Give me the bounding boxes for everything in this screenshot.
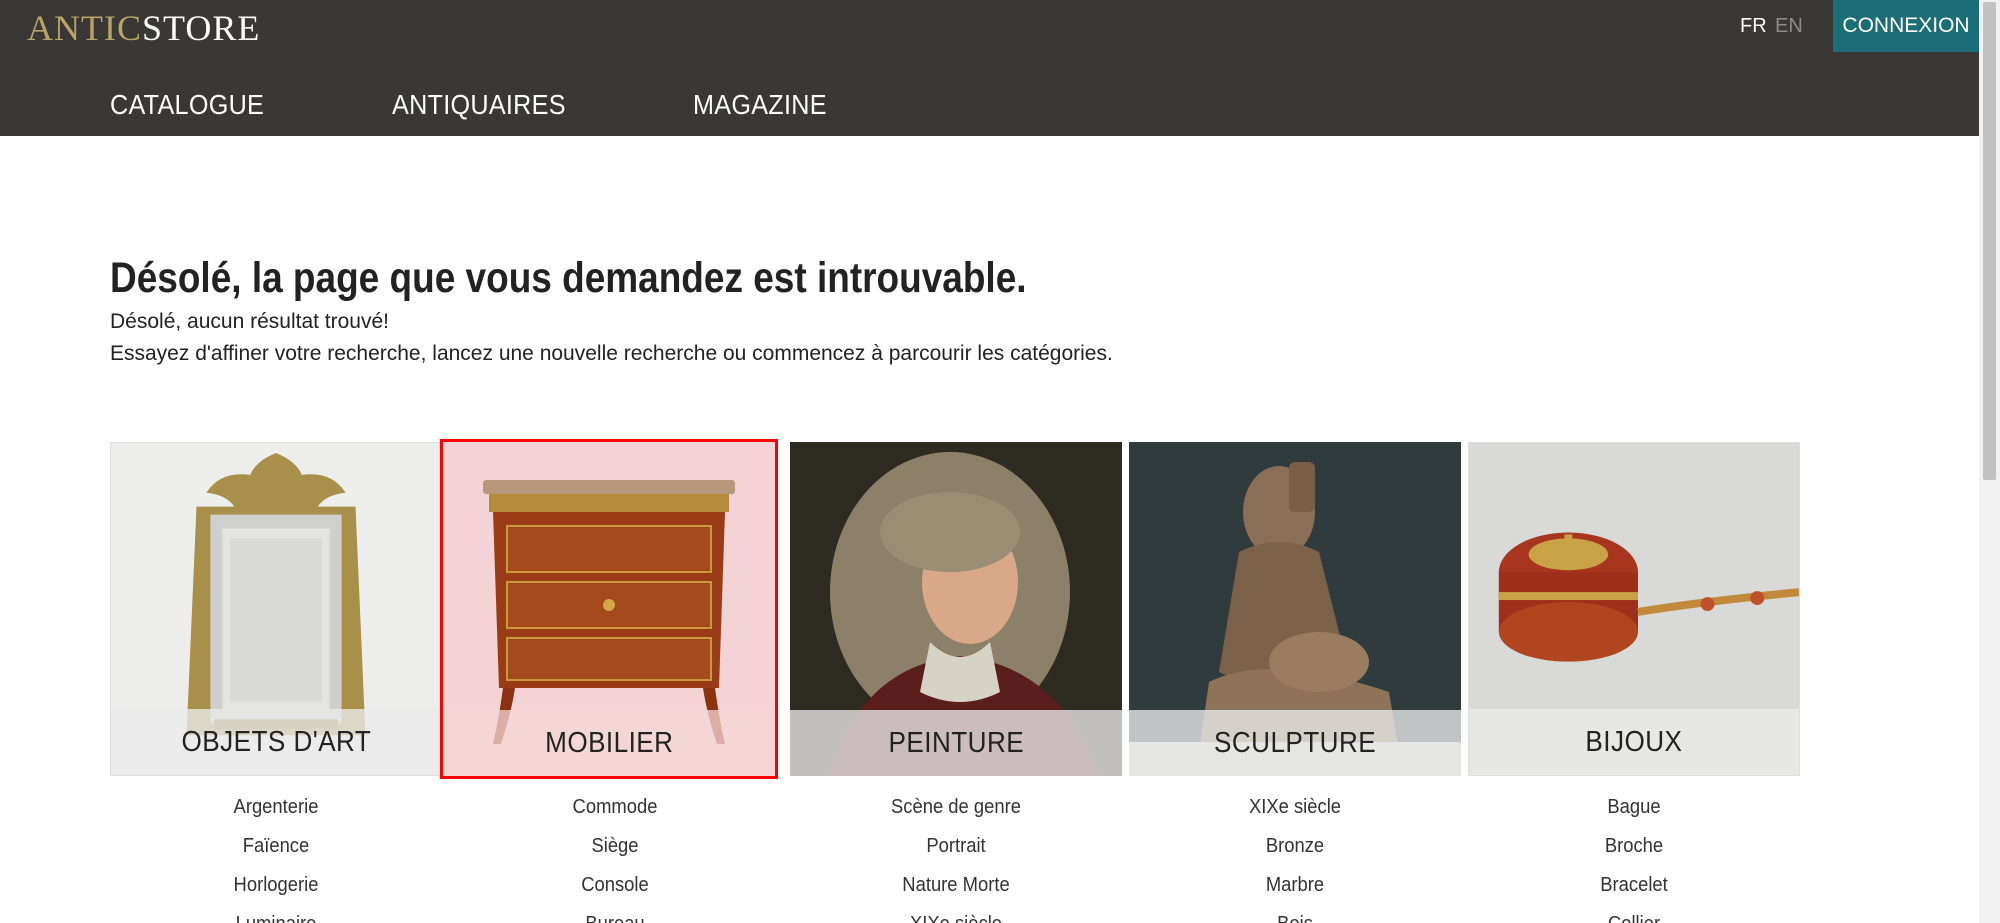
subcategory-list-mobilier: Commode Siège Console Bureau xyxy=(449,788,781,923)
nav-item-antiquaires[interactable]: ANTIQUAIRES xyxy=(392,88,566,122)
category-title: OBJETS D'ART xyxy=(181,725,371,758)
subcategory-link[interactable]: Faïence xyxy=(123,827,428,866)
site-logo[interactable]: ANTICSTORE xyxy=(27,8,260,48)
category-card-peinture[interactable]: PEINTURE xyxy=(790,442,1122,776)
subcategory-link[interactable]: Bureau xyxy=(462,905,767,923)
page-title: Désolé, la page que vous demandez est in… xyxy=(110,254,1027,302)
logo-text-store: STORE xyxy=(142,8,261,48)
subcategory-link[interactable]: XIXe siècle xyxy=(1142,788,1447,827)
category-title: SCULPTURE xyxy=(1213,726,1377,759)
subcategory-link[interactable]: Argenterie xyxy=(123,788,428,827)
language-en-link[interactable]: EN xyxy=(1775,14,1803,38)
subcategory-link[interactable]: XIXe siècle xyxy=(803,905,1108,923)
no-results-message: Désolé, aucun résultat trouvé! xyxy=(110,310,389,333)
category-card-objets-dart[interactable]: OBJETS D'ART xyxy=(110,442,442,776)
logo-text-antic: ANTIC xyxy=(27,8,142,48)
subcategory-list-objets-dart: Argenterie Faïence Horlogerie Luminaire xyxy=(110,788,442,923)
subcategory-list-sculpture: XIXe siècle Bronze Marbre Bois xyxy=(1129,788,1461,923)
subcategory-link[interactable]: Scène de genre xyxy=(803,788,1108,827)
subcategory-link[interactable]: Bronze xyxy=(1142,827,1447,866)
site-header: ANTICSTORE FR EN CONNEXION CATALOGUE ANT… xyxy=(0,0,1979,136)
subcategory-link[interactable]: Console xyxy=(462,866,767,905)
login-button[interactable]: CONNEXION xyxy=(1833,0,1979,52)
subcategory-list-bijoux: Bague Broche Bracelet Collier xyxy=(1468,788,1800,923)
category-card-mobilier[interactable]: MOBILIER xyxy=(440,439,778,779)
subcategory-link[interactable]: Bague xyxy=(1481,788,1786,827)
subcategory-link[interactable]: Portrait xyxy=(803,827,1108,866)
scrollbar-thumb[interactable] xyxy=(1983,2,1996,480)
category-card-bijoux[interactable]: BIJOUX xyxy=(1468,442,1800,776)
category-title: MOBILIER xyxy=(544,726,674,759)
nav-item-magazine[interactable]: MAGAZINE xyxy=(693,88,827,122)
category-label-band: PEINTURE xyxy=(790,710,1122,776)
subcategory-link[interactable]: Collier xyxy=(1481,905,1786,923)
subcategory-link[interactable]: Nature Morte xyxy=(803,866,1108,905)
subcategory-link[interactable]: Bois xyxy=(1142,905,1447,923)
subcategory-link[interactable]: Luminaire xyxy=(123,905,428,923)
language-fr-link[interactable]: FR xyxy=(1740,14,1767,38)
nav-item-catalogue[interactable]: CATALOGUE xyxy=(110,88,264,122)
category-title: BIJOUX xyxy=(1585,725,1683,758)
subcategory-link[interactable]: Marbre xyxy=(1142,866,1447,905)
category-title: PEINTURE xyxy=(888,726,1024,759)
search-hint-message: Essayez d'affiner votre recherche, lance… xyxy=(110,342,1113,365)
subcategory-link[interactable]: Commode xyxy=(462,788,767,827)
category-label-band: OBJETS D'ART xyxy=(111,709,441,775)
category-card-sculpture[interactable]: SCULPTURE xyxy=(1129,442,1461,776)
category-label-band: SCULPTURE xyxy=(1129,710,1461,776)
subcategory-list-peinture: Scène de genre Portrait Nature Morte XIX… xyxy=(790,788,1122,923)
subcategory-link[interactable]: Siège xyxy=(462,827,767,866)
subcategory-link[interactable]: Broche xyxy=(1481,827,1786,866)
subcategory-link[interactable]: Horlogerie xyxy=(123,866,428,905)
category-label-band: BIJOUX xyxy=(1469,709,1799,775)
page-scrollbar[interactable] xyxy=(1979,0,2000,923)
subcategory-link[interactable]: Bracelet xyxy=(1481,866,1786,905)
category-label-band: MOBILIER xyxy=(443,710,775,776)
